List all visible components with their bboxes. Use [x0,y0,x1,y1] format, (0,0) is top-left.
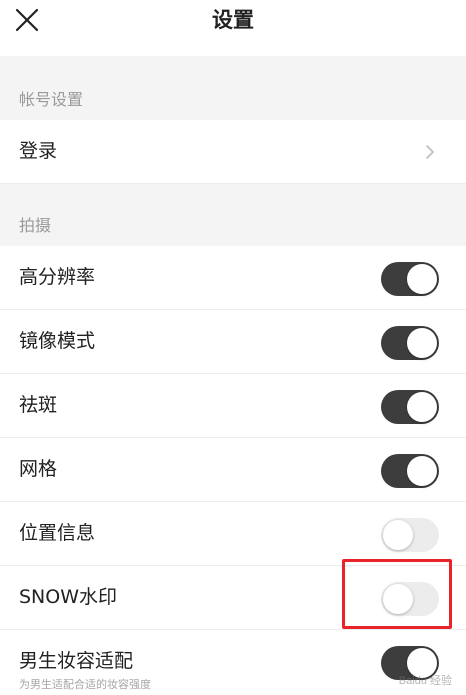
row-login[interactable]: 登录 [0,120,466,184]
settings-screen: 设置 帐号设置 登录 拍摄 高分辨率 镜像模式 祛斑 网格 位置信息 SNOW水… [0,0,466,695]
row-label-login: 登录 [19,140,58,162]
toggle-snow-watermark[interactable] [381,582,439,616]
row-snow-watermark: SNOW水印 [0,566,466,630]
toggle-knob [407,328,437,358]
row-label-grid: 网格 [19,458,58,480]
row-location: 位置信息 [0,502,466,566]
row-label-location: 位置信息 [19,522,96,544]
row-label-male-makeup: 男生妆容适配 [19,650,134,672]
toggle-knob [407,264,437,294]
toggle-high-res[interactable] [381,262,439,296]
section-label-account: 帐号设置 [19,90,84,109]
row-label-high-res: 高分辨率 [19,266,96,288]
toggle-knob [407,648,437,678]
toggle-grid[interactable] [381,454,439,488]
toggle-knob [407,456,437,486]
row-label-mirror: 镜像模式 [19,330,96,352]
row-grid: 网格 [0,438,466,502]
row-blemish: 祛斑 [0,374,466,438]
chevron-right-icon [426,145,434,159]
section-label-capture: 拍摄 [19,216,52,235]
row-label-blemish: 祛斑 [19,394,58,416]
row-high-res: 高分辨率 [0,246,466,310]
toggle-knob [407,392,437,422]
row-label-snow-watermark: SNOW水印 [19,586,118,608]
page-title: 设置 [212,8,254,32]
section-account: 帐号设置 [0,56,466,120]
toggle-male-makeup[interactable] [381,646,439,680]
toggle-knob [383,520,413,550]
toggle-blemish[interactable] [381,390,439,424]
toggle-knob [383,584,413,614]
top-bar: 设置 [0,0,466,56]
toggle-location[interactable] [381,518,439,552]
row-mirror: 镜像模式 [0,310,466,374]
row-sublabel-male-makeup: 为男生适配合适的妆容强度 [19,678,151,691]
toggle-mirror[interactable] [381,326,439,360]
section-capture: 拍摄 [0,184,466,246]
row-male-makeup: 男生妆容适配 为男生适配合适的妆容强度 [0,630,466,695]
